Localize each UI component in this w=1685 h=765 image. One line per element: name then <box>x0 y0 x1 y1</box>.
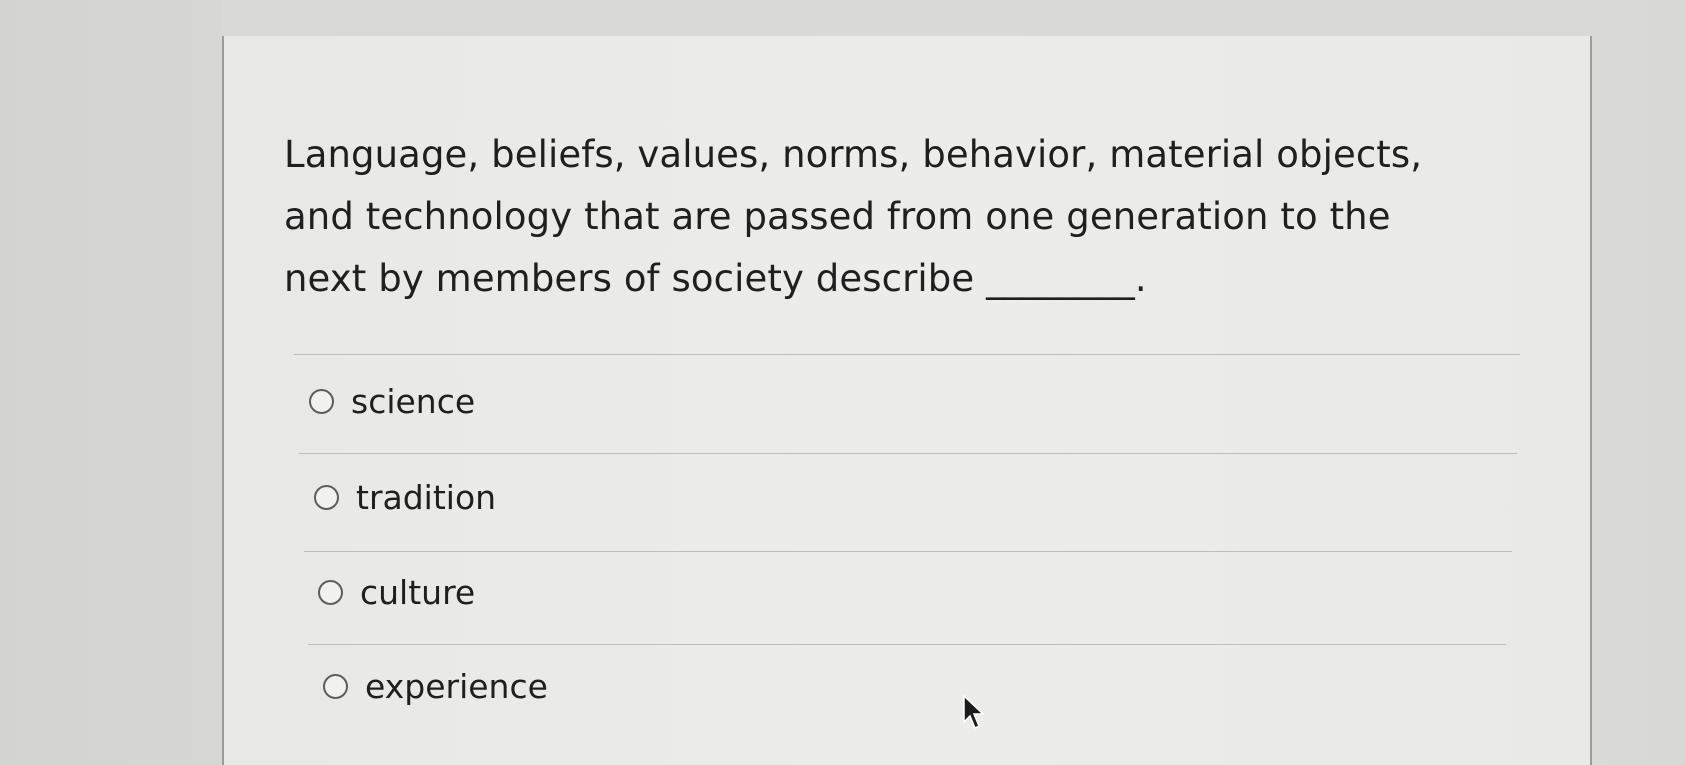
divider-2 <box>304 551 1512 552</box>
question-text: Language, beliefs, values, norms, behavi… <box>284 133 1423 300</box>
answer-label-science[interactable]: science <box>351 382 475 421</box>
question-card: Language, beliefs, values, norms, behavi… <box>222 36 1592 765</box>
answer-option-culture[interactable]: culture <box>318 573 475 612</box>
answer-option-experience[interactable]: experience <box>323 667 548 706</box>
answer-option-science[interactable]: science <box>309 382 475 421</box>
divider-3 <box>308 644 1506 645</box>
answer-label-culture[interactable]: culture <box>360 573 475 612</box>
divider-top <box>294 354 1520 355</box>
answer-label-experience[interactable]: experience <box>365 667 548 706</box>
radio-unselected-icon[interactable] <box>309 389 334 414</box>
answer-label-tradition[interactable]: tradition <box>356 478 496 517</box>
radio-unselected-icon[interactable] <box>318 580 343 605</box>
radio-unselected-icon[interactable] <box>314 485 339 510</box>
radio-unselected-icon[interactable] <box>323 674 348 699</box>
top-header-strip <box>222 0 1590 38</box>
divider-1 <box>299 453 1517 454</box>
quiz-screen: Language, beliefs, values, norms, behavi… <box>0 0 1685 765</box>
mouse-pointer-icon <box>963 695 985 730</box>
answer-option-tradition[interactable]: tradition <box>314 478 496 517</box>
